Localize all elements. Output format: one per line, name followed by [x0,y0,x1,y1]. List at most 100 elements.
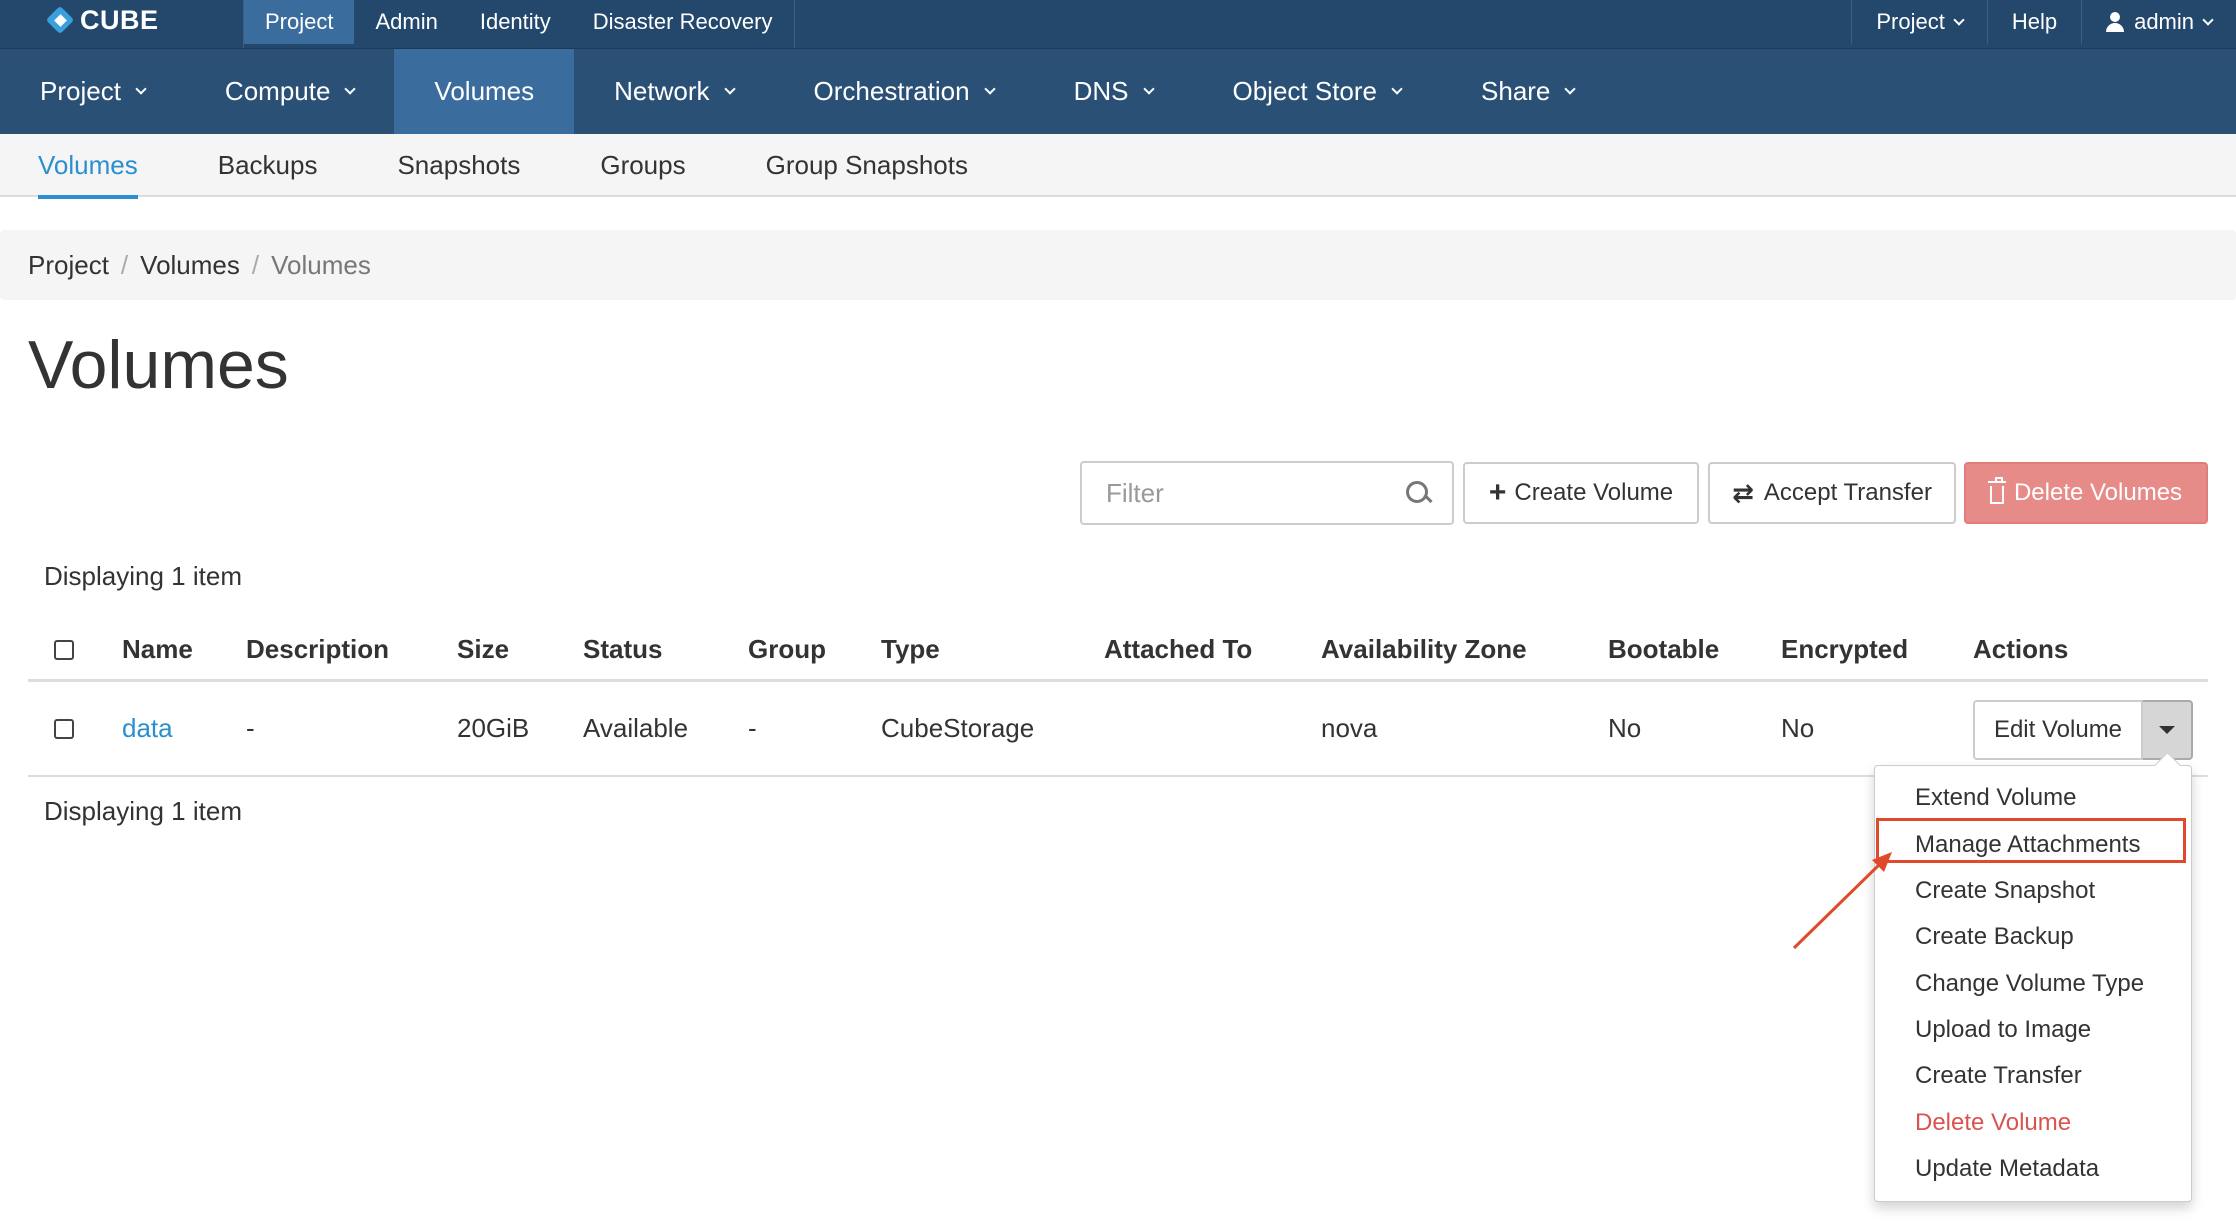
user-menu[interactable]: admin [2081,0,2236,44]
breadcrumb-current: Volumes [271,249,371,280]
volume-status: Available [583,713,689,743]
row-select-cell [54,682,74,775]
volume-availability-zone: nova [1321,713,1378,743]
breadcrumb: Project / Volumes / Volumes [0,230,2236,300]
row-checkbox[interactable] [54,718,74,739]
column-header-group[interactable]: Group [748,620,826,679]
main-nav-project[interactable]: Project [0,49,185,134]
column-header-size[interactable]: Size [457,620,509,679]
menu-item-create-transfer[interactable]: Create Transfer [1915,1056,2082,1096]
logo[interactable]: CUBE [44,0,159,40]
menu-item-extend-volume[interactable]: Extend Volume [1915,778,2076,818]
edit-volume-button[interactable]: Edit Volume [1973,700,2143,760]
column-header-bootable[interactable]: Bootable [1608,620,1719,679]
select-all-cell [54,620,74,679]
chevron-down-icon [1391,83,1403,95]
create-volume-label: Create Volume [1514,479,1674,506]
table-header: Name Description Size Status Group Type … [28,620,2208,682]
tab-backups[interactable]: Backups [218,134,318,197]
help-link[interactable]: Help [1986,0,2081,44]
main-nav-volumes[interactable]: Volumes [394,49,575,134]
row-actions: Edit Volume [1973,700,2193,760]
breadcrumb-separator: / [251,249,260,280]
top-nav-identity[interactable]: Identity [459,0,572,44]
main-nav: Project Compute Volumes Network Orchestr… [0,49,2236,134]
main-nav-label: Network [614,76,710,106]
top-right-nav: Project Help admin [1851,0,2236,48]
volume-type: CubeStorage [881,713,1035,743]
main-nav-compute[interactable]: Compute [185,49,395,134]
column-header-status[interactable]: Status [583,620,662,679]
breadcrumb-separator: / [120,249,129,280]
breadcrumb-item[interactable]: Project [28,250,109,281]
column-header-attached-to[interactable]: Attached To [1104,620,1252,679]
annotation-highlight-box [1876,818,2186,863]
accept-transfer-label: Accept Transfer [1763,479,1932,506]
column-header-availability-zone[interactable]: Availability Zone [1321,620,1527,679]
breadcrumb-item[interactable]: Volumes [140,250,240,281]
main-nav-label: Project [40,76,121,106]
chevron-down-icon [135,83,147,95]
table-row: data - 20GiB Available - CubeStorage nov… [28,682,2208,777]
cube-logo-icon [44,4,76,36]
volume-encrypted: No [1781,713,1815,743]
top-nav-project[interactable]: Project [244,0,355,44]
logo-text: CUBE [80,4,159,35]
column-header-name[interactable]: Name [122,620,193,679]
menu-item-upload-to-image[interactable]: Upload to Image [1915,1010,2091,1050]
volume-description: - [246,713,255,743]
main-nav-orchestration[interactable]: Orchestration [774,49,1034,134]
menu-item-create-backup[interactable]: Create Backup [1915,917,2074,957]
menu-item-delete-volume[interactable]: Delete Volume [1915,1103,2071,1143]
main-nav-object-store[interactable]: Object Store [1193,49,1442,134]
tab-snapshots[interactable]: Snapshots [397,134,520,197]
accept-transfer-button[interactable]: ⇄ Accept Transfer [1708,462,1956,524]
top-left-nav: Project Admin Identity Disaster Recovery [243,0,795,48]
chevron-down-icon [723,83,736,95]
filter-box [1080,461,1454,525]
actions-dropdown-toggle[interactable] [2143,700,2193,760]
column-header-encrypted[interactable]: Encrypted [1781,620,1908,679]
top-bar: CUBE Project Admin Identity Disaster Rec… [0,0,2236,49]
column-header-description[interactable]: Description [246,620,389,679]
main-nav-label: Volumes [434,76,535,106]
main-nav-label: DNS [1073,76,1129,106]
exchange-icon: ⇄ [1732,477,1754,508]
tab-group-snapshots[interactable]: Group Snapshots [766,134,968,197]
delete-volumes-label: Delete Volumes [2013,479,2183,506]
user-name: admin [2134,9,2194,34]
main-nav-share[interactable]: Share [1441,49,1614,134]
create-volume-button[interactable]: + Create Volume [1463,462,1699,524]
caret-down-icon [2159,726,2175,734]
main-nav-label: Object Store [1232,76,1378,106]
main-nav-network[interactable]: Network [574,49,773,134]
volume-name-link[interactable]: data [122,682,173,775]
volume-size: 20GiB [457,713,530,743]
display-count-top: Displaying 1 item [44,561,242,591]
menu-item-update-metadata[interactable]: Update Metadata [1915,1149,2099,1189]
select-all-checkbox[interactable] [54,639,74,660]
menu-item-create-snapshot[interactable]: Create Snapshot [1915,871,2095,911]
main-nav-label: Share [1481,76,1551,106]
user-icon [2106,12,2125,32]
plus-icon: + [1488,476,1507,509]
main-nav-dns[interactable]: DNS [1034,49,1193,134]
filter-input[interactable] [1082,463,1402,523]
chevron-down-icon [344,83,357,95]
volume-bootable: No [1608,713,1642,743]
search-icon[interactable] [1406,481,1432,507]
chevron-down-icon [2202,13,2214,26]
tab-groups[interactable]: Groups [600,134,685,197]
tab-volumes[interactable]: Volumes [38,134,138,199]
display-count-bottom: Displaying 1 item [44,796,242,826]
project-switcher[interactable]: Project [1851,0,1986,44]
top-nav-disaster-recovery[interactable]: Disaster Recovery [572,0,794,44]
main-nav-label: Orchestration [813,76,970,106]
top-nav-admin[interactable]: Admin [354,0,458,44]
delete-volumes-button[interactable]: Delete Volumes [1964,462,2208,524]
column-header-type[interactable]: Type [881,620,940,679]
project-switcher-label: Project [1876,9,1945,34]
main-nav-label: Compute [224,76,331,106]
menu-item-change-volume-type[interactable]: Change Volume Type [1915,964,2144,1004]
chevron-down-icon [1142,83,1155,95]
